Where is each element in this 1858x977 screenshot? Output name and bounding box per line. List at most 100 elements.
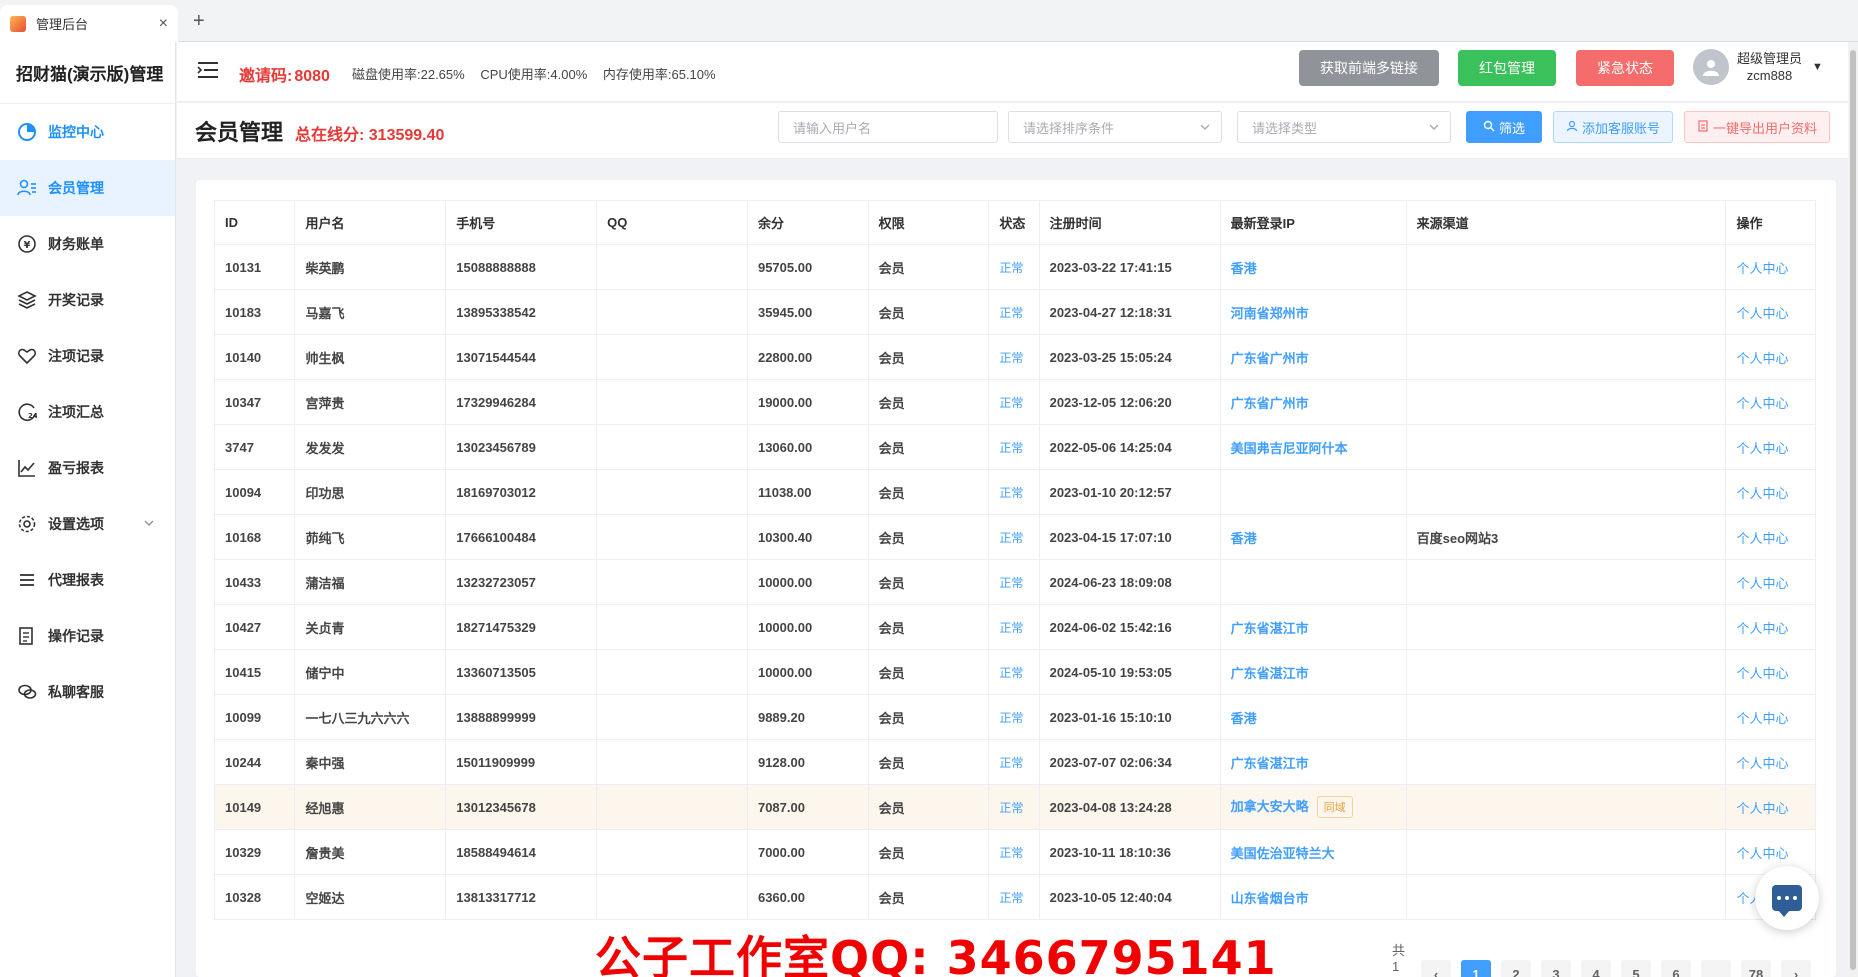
cell-score: 11038.00 [746,469,869,515]
cell-action[interactable]: 个人中心 [1725,334,1816,380]
cell-action[interactable]: 个人中心 [1725,694,1816,740]
tab-close-icon[interactable]: × [159,15,168,33]
browser-bar: 管理后台 × + [0,0,1858,42]
sidebar-item-operation-log[interactable]: 操作记录 [0,608,175,664]
sidebar-item-private-chat[interactable]: 私聊客服 [0,664,175,720]
cell-phone: 13813317712 [445,874,598,920]
money-icon: ¥ [16,233,38,255]
cell-id: 3747 [213,424,296,470]
cell-status: 正常 [988,559,1040,605]
page-4-button[interactable]: 4 [1581,960,1612,977]
page-2-button[interactable]: 2 [1501,960,1532,977]
cell-id: 10329 [213,829,296,875]
cell-action[interactable]: 个人中心 [1725,469,1816,515]
chat-icon [16,681,38,703]
caret-down-icon: ▼ [1812,61,1823,73]
cell-status: 正常 [988,424,1040,470]
cell-action[interactable]: 个人中心 [1725,739,1816,785]
cell-action[interactable]: 个人中心 [1725,424,1816,470]
page-78-button[interactable]: 78 [1741,960,1772,977]
table-row: 10415 储宁中 13360713505 10000.00 会员 正常 2024-05-1… [213,649,1816,695]
cell-action[interactable]: 个人中心 [1725,784,1816,830]
page-title: 会员管理 [195,120,284,145]
cell-last-ip: 美国弗吉尼亚阿什本 [1219,424,1407,470]
get-links-button[interactable]: 获取前端多链接 [1299,50,1439,86]
table-row: 10140 帅生枫 13071544544 22800.00 会员 正常 2023-03-2… [213,334,1816,380]
filter-button[interactable]: 筛选 [1466,111,1542,143]
table-row: 10149 经旭惠 13012345678 7087.00 会员 正常 2023-04-08… [213,784,1816,830]
sidebar-item-bet-summary[interactable]: 24 注项汇总 [0,384,175,440]
export-users-button[interactable]: 一键导出用户资料 [1684,111,1830,143]
page-6-button[interactable]: 6 [1661,960,1692,977]
page-3-button[interactable]: 3 [1541,960,1572,977]
red-packet-button[interactable]: 红包管理 [1458,50,1556,86]
more-pages-button[interactable]: … [1701,960,1732,977]
sidebar-item-label: 代理报表 [48,572,104,588]
cell-action[interactable]: 个人中心 [1725,514,1816,560]
sidebar-item-bets[interactable]: 注项记录 [0,328,175,384]
cell-last-ip: 山东省烟台市 [1219,874,1407,920]
cell-action[interactable]: 个人中心 [1725,604,1816,650]
cell-source [1405,289,1727,335]
type-select[interactable]: 请选择类型 [1237,111,1451,143]
sidebar-item-label: 财务账单 [48,236,104,252]
sidebar-item-finance[interactable]: ¥ 财务账单 [0,216,175,272]
add-cs-account-button[interactable]: 添加客服账号 [1553,111,1673,143]
menu-toggle-icon[interactable] [195,58,221,84]
username-search-input[interactable]: 请输入用户名 [778,111,998,143]
browser-tab[interactable]: 管理后台 × [0,5,178,42]
topbar: 邀请码: 8080 磁盘使用率:22.65% CPU使用率:4.00% 内存使用率… [177,42,1858,102]
cell-source [1405,874,1727,920]
cell-qq [596,604,748,650]
cell-status: 正常 [988,289,1040,335]
cell-id: 10140 [213,334,296,380]
cell-source [1405,694,1727,740]
user-menu[interactable]: 超级管理员 zcm888 ▼ [1693,49,1823,85]
chevron-down-icon [1199,121,1211,136]
disk-usage: 磁盘使用率:22.65% [352,67,465,82]
page-5-button[interactable]: 5 [1621,960,1652,977]
col-score: 余分 [746,200,869,245]
emergency-button[interactable]: 紧急状态 [1576,50,1674,86]
cell-score: 13060.00 [746,424,869,470]
col-reg-time: 注册时间 [1038,200,1221,245]
cell-phone: 18271475329 [445,604,598,650]
chat-float-button[interactable] [1755,866,1819,930]
sidebar-item-profit-report[interactable]: 盈亏报表 [0,440,175,496]
sort-select[interactable]: 请选择排序条件 [1008,111,1222,143]
cell-last-ip: 广东省广州市 [1219,334,1407,380]
prev-page-button[interactable]: ‹ [1421,960,1452,977]
page-scrollbar[interactable] [1848,42,1858,977]
cell-action[interactable]: 个人中心 [1725,649,1816,695]
cell-reg-time: 2023-10-11 18:10:36 [1038,829,1221,875]
cell-reg-time: 2023-04-08 13:24:28 [1038,784,1221,830]
chevron-down-icon [1428,121,1440,136]
col-actions: 操作 [1725,200,1816,245]
table-row: 10347 宫萍贵 17329946284 19000.00 会员 正常 2023-12-0… [213,379,1816,425]
cell-role: 会员 [867,469,990,515]
next-page-button[interactable]: › [1781,960,1812,977]
sidebar-item-settings[interactable]: 设置选项 [0,496,175,552]
cell-status: 正常 [988,874,1040,920]
cell-role: 会员 [867,514,990,560]
page-1-button[interactable]: 1 [1461,960,1492,977]
cell-qq [596,424,748,470]
cell-status: 正常 [988,514,1040,560]
sidebar-item-draws[interactable]: 开奖记录 [0,272,175,328]
cell-qq [596,559,748,605]
sidebar-item-agent-report[interactable]: 代理报表 [0,552,175,608]
sidebar-item-members[interactable]: 会员管理 [0,160,175,216]
col-source: 来源渠道 [1405,200,1727,245]
cell-status: 正常 [988,829,1040,875]
cell-action[interactable]: 个人中心 [1725,379,1816,425]
cell-action[interactable]: 个人中心 [1725,559,1816,605]
cell-action[interactable]: 个人中心 [1725,244,1816,290]
new-tab-button[interactable]: + [193,10,205,33]
cell-action[interactable]: 个人中心 [1725,829,1816,875]
pagination: 共 1 4 条 ‹ 1 2 3 4 5 6 … 78 › 前往 页 [1392,940,1858,977]
watermark-text: 公子工作室QQ: 3466795141 [595,931,1277,977]
sidebar-item-dashboard[interactable]: 监控中心 [0,104,175,160]
cell-username: 帅生枫 [294,334,447,380]
cell-action[interactable]: 个人中心 [1725,289,1816,335]
user-role: 超级管理员 [1737,51,1803,66]
